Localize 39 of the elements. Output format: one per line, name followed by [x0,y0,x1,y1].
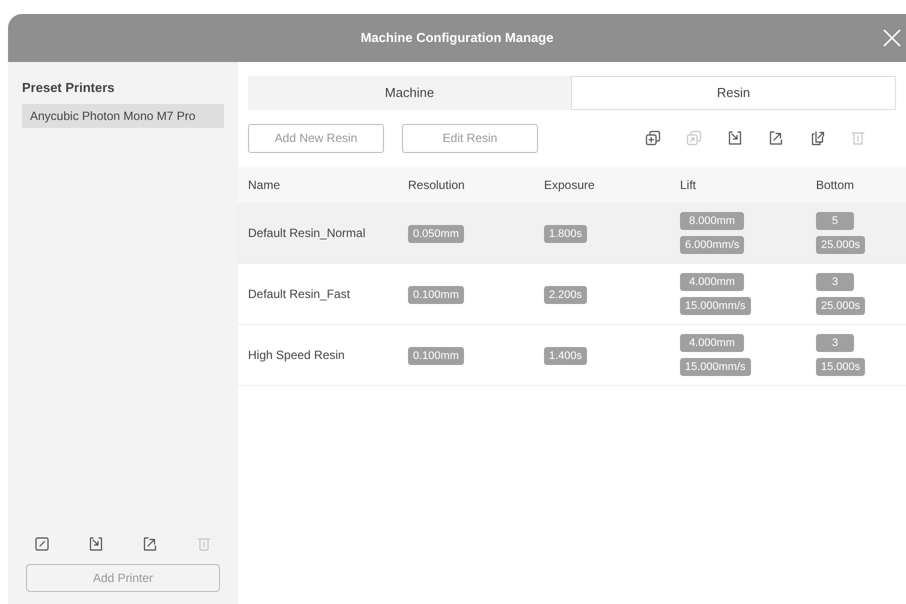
close-icon[interactable] [882,28,902,48]
value-badge: 15.000mm/s [680,297,751,315]
table-row[interactable]: Default Resin_Normal 0.050mm 1.800s 8.000mm 6.000mm/s 5 25.000s [238,203,906,264]
value-badge: 0.100mm [408,286,464,304]
share-icon[interactable] [809,130,825,146]
value-badge: 4.000mm [680,273,744,291]
import-icon[interactable] [727,130,743,146]
table-cell-text: Default Resin_Fast [248,286,352,303]
column-header: Name [248,177,282,194]
column-header: Exposure [544,177,596,194]
export-icon[interactable] [142,536,158,552]
value-badge: 1.400s [544,347,588,365]
value-badge: 3 [816,334,854,352]
table-cell-text: Default Resin_Normal [248,225,366,242]
tab[interactable]: Resin [571,76,896,110]
edit-icon[interactable] [34,536,50,552]
column-header: Bottom [816,177,856,194]
value-badge: 15.000s [816,358,866,376]
value-badge: 4.000mm [680,334,744,352]
value-badge: 5 [816,212,854,230]
value-badge: 25.000s [816,297,866,315]
value-badge: 25.000s [816,236,866,254]
sidebar-heading: Preset Printers [22,79,116,97]
value-badge: 6.000mm/s [680,236,744,254]
column-header: Lift [680,177,698,194]
value-badge: 3 [816,273,854,291]
value-badge: 1.800s [544,225,588,243]
printer-item[interactable]: Anycubic Photon Mono M7 Pro [22,104,224,128]
import-icon[interactable] [88,536,104,552]
value-badge: 0.100mm [408,347,464,365]
value-badge: 2.200s [544,286,588,304]
value-badge: 0.050mm [408,225,464,243]
add-copy-icon[interactable] [645,130,661,146]
table-cell-text: High Speed Resin [248,347,346,364]
window-title: Machine Configuration Manage [360,29,554,48]
value-badge: 15.000mm/s [680,358,751,376]
export-icon[interactable] [768,130,784,146]
value-badge: 8.000mm [680,212,744,230]
column-header: Resolution [408,177,466,194]
